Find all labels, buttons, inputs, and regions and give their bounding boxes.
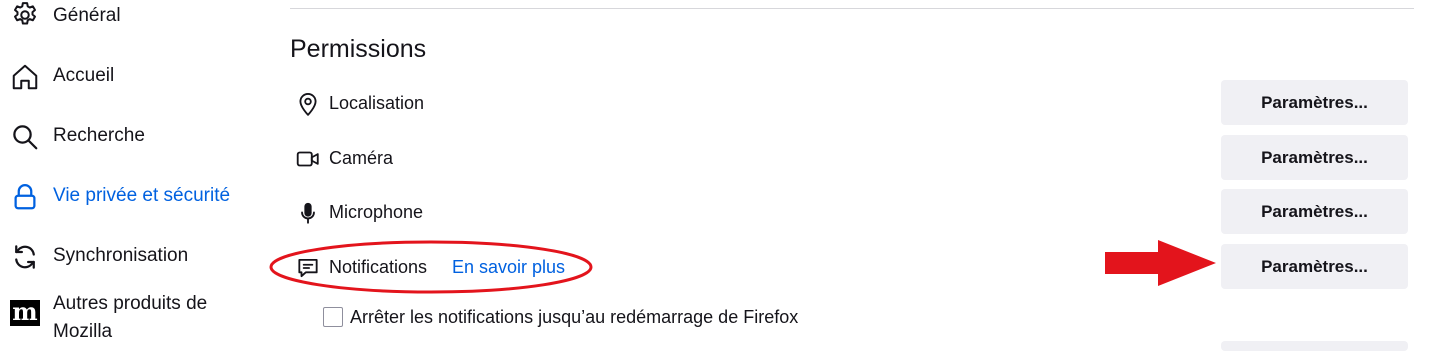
microphone-icon (295, 200, 321, 226)
sidebar-item-sync[interactable]: Synchronisation (0, 236, 260, 276)
gear-icon (10, 0, 40, 30)
sync-icon (10, 242, 40, 272)
sidebar-item-privacy-security[interactable]: Vie privée et sécurité (0, 176, 260, 216)
pause-notifications-label[interactable]: Arrêter les notifications jusqu’au redém… (350, 307, 798, 328)
search-icon (10, 122, 40, 152)
lock-icon (10, 182, 40, 212)
permission-label: Localisation (329, 93, 425, 113)
home-icon (10, 62, 40, 92)
mozilla-logo-icon: m (10, 300, 40, 326)
camera-settings-button[interactable]: Paramètres... (1221, 135, 1408, 180)
learn-more-link[interactable]: En savoir plus (452, 257, 565, 278)
microphone-settings-button[interactable]: Paramètres... (1221, 189, 1408, 234)
sidebar-item-label: Vie privée et sécurité (53, 185, 231, 206)
section-divider (290, 8, 1414, 9)
permission-row-microphone: Microphone Paramètres... (290, 189, 1442, 235)
next-settings-button-partial[interactable] (1221, 341, 1408, 351)
notification-icon (295, 255, 321, 281)
permission-row-camera: Caméra Paramètres... (290, 135, 1442, 181)
sidebar-item-more-from-mozilla[interactable]: m Autres produits de Mozilla (0, 290, 260, 346)
camera-icon (295, 146, 321, 172)
permission-label: Caméra (329, 148, 394, 168)
sidebar-item-label: Synchronisation (53, 245, 189, 266)
section-title: Permissions (290, 35, 427, 63)
permission-label: Microphone (329, 202, 424, 222)
permission-row-notifications: Notifications En savoir plus Paramètres.… (290, 244, 1442, 290)
sidebar-item-label: Recherche (53, 125, 145, 146)
sidebar: Général Accueil Recherche Vie privée et … (0, 0, 260, 347)
sidebar-item-label: Accueil (53, 65, 115, 86)
notifications-settings-button[interactable]: Paramètres... (1221, 244, 1408, 289)
sidebar-item-label: Autres produits de Mozilla (53, 293, 208, 342)
main-content: Permissions Localisation Paramètres... C… (290, 0, 1442, 351)
sidebar-item-label: Général (53, 5, 121, 26)
pause-notifications-checkbox[interactable] (323, 307, 343, 327)
permission-row-location: Localisation Paramètres... (290, 80, 1442, 126)
sidebar-item-home[interactable]: Accueil (0, 56, 260, 96)
sidebar-item-general[interactable]: Général (0, 0, 260, 40)
pause-notifications-option: Arrêter les notifications jusqu’au redém… (323, 306, 1023, 332)
sidebar-item-search[interactable]: Recherche (0, 116, 260, 156)
location-settings-button[interactable]: Paramètres... (1221, 80, 1408, 125)
location-pin-icon (295, 91, 321, 117)
permission-label: Notifications (329, 257, 428, 277)
